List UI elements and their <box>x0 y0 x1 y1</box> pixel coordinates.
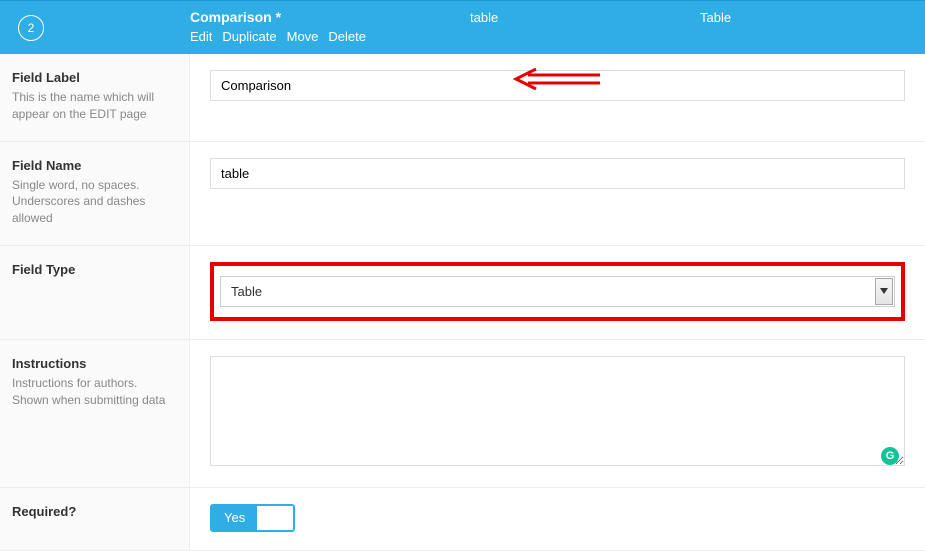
toggle-off-side <box>257 506 293 530</box>
delete-link[interactable]: Delete <box>328 29 366 44</box>
header-title: Comparison * <box>190 9 470 25</box>
label-col-field-type: Field Type <box>0 246 190 339</box>
label-title: Instructions <box>12 356 177 371</box>
label-desc: Instructions for authors. Shown when sub… <box>12 375 177 409</box>
field-col-field-name <box>190 142 925 245</box>
row-field-type: Field Type Table <box>0 246 925 340</box>
move-link[interactable]: Move <box>287 29 319 44</box>
field-header: 2 Comparison * table Table Edit Duplicat… <box>0 0 925 54</box>
row-required: Required? Yes <box>0 488 925 551</box>
field-name-input[interactable] <box>210 158 905 189</box>
header-main: Comparison * table Table Edit Duplicate … <box>190 9 925 44</box>
header-number-col: 2 <box>0 9 190 41</box>
duplicate-link[interactable]: Duplicate <box>222 29 276 44</box>
header-actions: Edit Duplicate Move Delete <box>190 29 925 44</box>
row-instructions: Instructions Instructions for authors. S… <box>0 340 925 488</box>
row-field-label: Field Label This is the name which will … <box>0 54 925 142</box>
highlight-box: Table <box>210 262 905 321</box>
field-col-field-type: Table <box>190 246 925 339</box>
field-type-select[interactable]: Table <box>220 276 895 307</box>
chevron-down-icon <box>875 278 893 305</box>
grammarly-icon: G <box>881 447 899 465</box>
toggle-on-label: Yes <box>212 506 257 530</box>
field-col-field-label <box>190 54 925 141</box>
label-col-required: Required? <box>0 488 190 550</box>
field-number-badge: 2 <box>18 15 44 41</box>
label-col-field-label: Field Label This is the name which will … <box>0 54 190 141</box>
label-title: Required? <box>12 504 177 519</box>
label-desc: Single word, no spaces. Underscores and … <box>12 177 177 227</box>
row-field-name: Field Name Single word, no spaces. Under… <box>0 142 925 246</box>
field-label-input[interactable] <box>210 70 905 101</box>
label-title: Field Type <box>12 262 177 277</box>
label-col-instructions: Instructions Instructions for authors. S… <box>0 340 190 487</box>
label-title: Field Name <box>12 158 177 173</box>
label-title: Field Label <box>12 70 177 85</box>
header-top-row: Comparison * table Table <box>190 9 925 25</box>
label-desc: This is the name which will appear on th… <box>12 89 177 123</box>
header-field-type: Table <box>700 10 731 25</box>
instructions-textarea[interactable] <box>210 356 905 466</box>
edit-link[interactable]: Edit <box>190 29 212 44</box>
header-field-name: table <box>470 10 700 25</box>
field-type-selected: Table <box>220 276 895 307</box>
field-col-required: Yes <box>190 488 925 550</box>
field-col-instructions: G <box>190 340 925 487</box>
label-col-field-name: Field Name Single word, no spaces. Under… <box>0 142 190 245</box>
required-toggle[interactable]: Yes <box>210 504 295 532</box>
